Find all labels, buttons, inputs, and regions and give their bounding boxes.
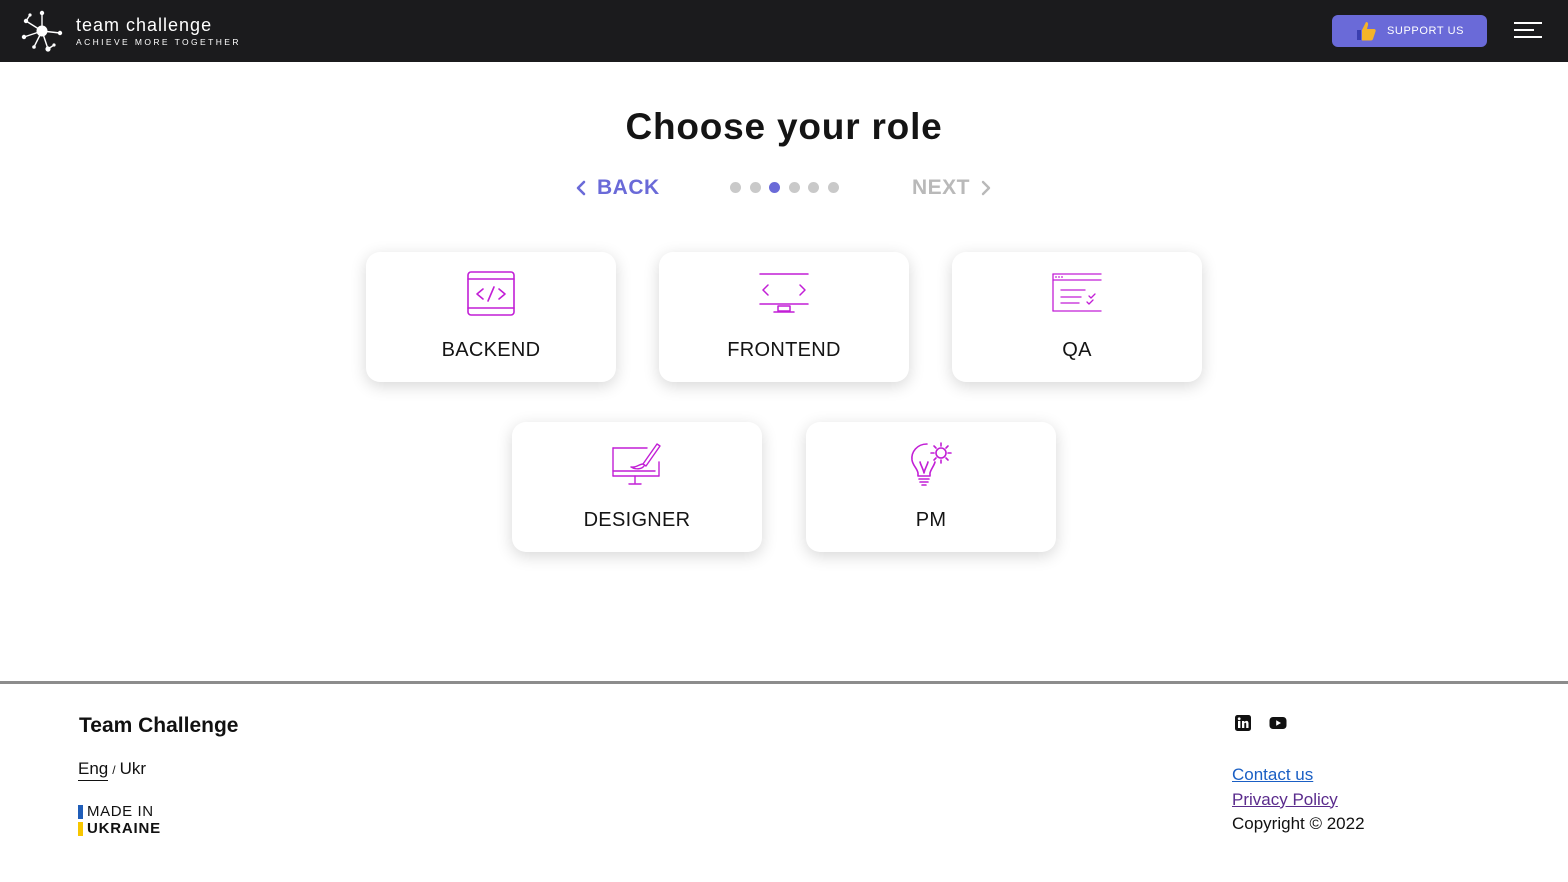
role-label: QA — [1062, 339, 1092, 361]
lightbulb-gear-icon — [911, 442, 952, 486]
step-dot — [749, 182, 761, 193]
role-card-frontend[interactable]: FRONTEND — [659, 252, 909, 382]
menu-line — [1514, 36, 1542, 38]
step-dot — [827, 182, 839, 193]
language-switcher: Eng / Ukr — [78, 759, 146, 781]
role-label: FRONTEND — [727, 339, 841, 361]
footer-links: Contact us Privacy Policy Copyright © 20… — [1232, 763, 1365, 837]
footer-divider — [0, 681, 1568, 684]
flag-yellow-bar — [78, 821, 83, 836]
thumbs-up-icon — [1357, 22, 1376, 41]
flag-blue-bar — [78, 804, 83, 819]
support-us-button[interactable]: SUPPORT US — [1332, 15, 1487, 47]
checklist-window-icon — [1052, 273, 1102, 312]
ukraine-text: UKRAINE — [87, 820, 161, 837]
chevron-right-icon — [981, 180, 991, 196]
privacy-policy-link[interactable]: Privacy Policy — [1232, 788, 1365, 813]
back-label: BACK — [597, 176, 660, 199]
role-label: PM — [915, 509, 947, 531]
contact-us-link[interactable]: Contact us — [1232, 763, 1365, 788]
role-card-qa[interactable]: QA — [952, 252, 1202, 382]
role-label: BACKEND — [441, 339, 541, 361]
brand[interactable]: team challenge ACHIEVE MORE TOGETHER — [76, 15, 241, 48]
next-button[interactable]: NEXT — [912, 174, 993, 202]
step-indicator — [730, 182, 848, 193]
youtube-icon[interactable] — [1269, 714, 1287, 732]
network-logo-icon[interactable] — [20, 9, 64, 53]
brand-tagline: ACHIEVE MORE TOGETHER — [76, 37, 241, 47]
chevron-left-icon — [576, 180, 586, 196]
lang-eng-link[interactable]: Eng — [78, 759, 109, 781]
step-dot — [808, 182, 820, 193]
menu-line — [1514, 22, 1542, 24]
lang-separator: / — [112, 763, 116, 777]
support-us-label: SUPPORT US — [1387, 25, 1465, 37]
step-dot — [788, 182, 800, 193]
back-button[interactable]: BACK — [574, 174, 660, 202]
role-card-designer[interactable]: DESIGNER — [512, 422, 762, 552]
step-dot-active — [769, 182, 781, 193]
social-links — [1234, 714, 1304, 732]
role-card-backend[interactable]: BACKEND — [366, 252, 616, 382]
made-in-ukraine-badge: MADE IN UKRAINE — [78, 803, 161, 837]
hamburger-menu-icon[interactable] — [1514, 21, 1542, 41]
step-dot — [730, 182, 741, 193]
lang-ukr-link[interactable]: Ukr — [120, 759, 146, 778]
menu-line — [1514, 29, 1534, 31]
made-in-text: MADE IN — [87, 803, 154, 820]
code-window-icon — [467, 271, 515, 316]
monitor-code-icon — [759, 273, 809, 313]
next-label: NEXT — [912, 176, 971, 199]
page-title: Choose your role — [625, 106, 943, 147]
copyright-text: Copyright © 2022 — [1232, 814, 1365, 833]
brand-name: team challenge — [76, 15, 213, 35]
role-card-pm[interactable]: PM — [806, 422, 1056, 552]
footer-title: Team Challenge — [79, 714, 239, 737]
role-label: DESIGNER — [583, 509, 691, 531]
top-navbar: team challenge ACHIEVE MORE TOGETHER SUP… — [0, 0, 1568, 62]
design-monitor-icon — [612, 443, 661, 485]
linkedin-icon[interactable] — [1234, 714, 1252, 732]
